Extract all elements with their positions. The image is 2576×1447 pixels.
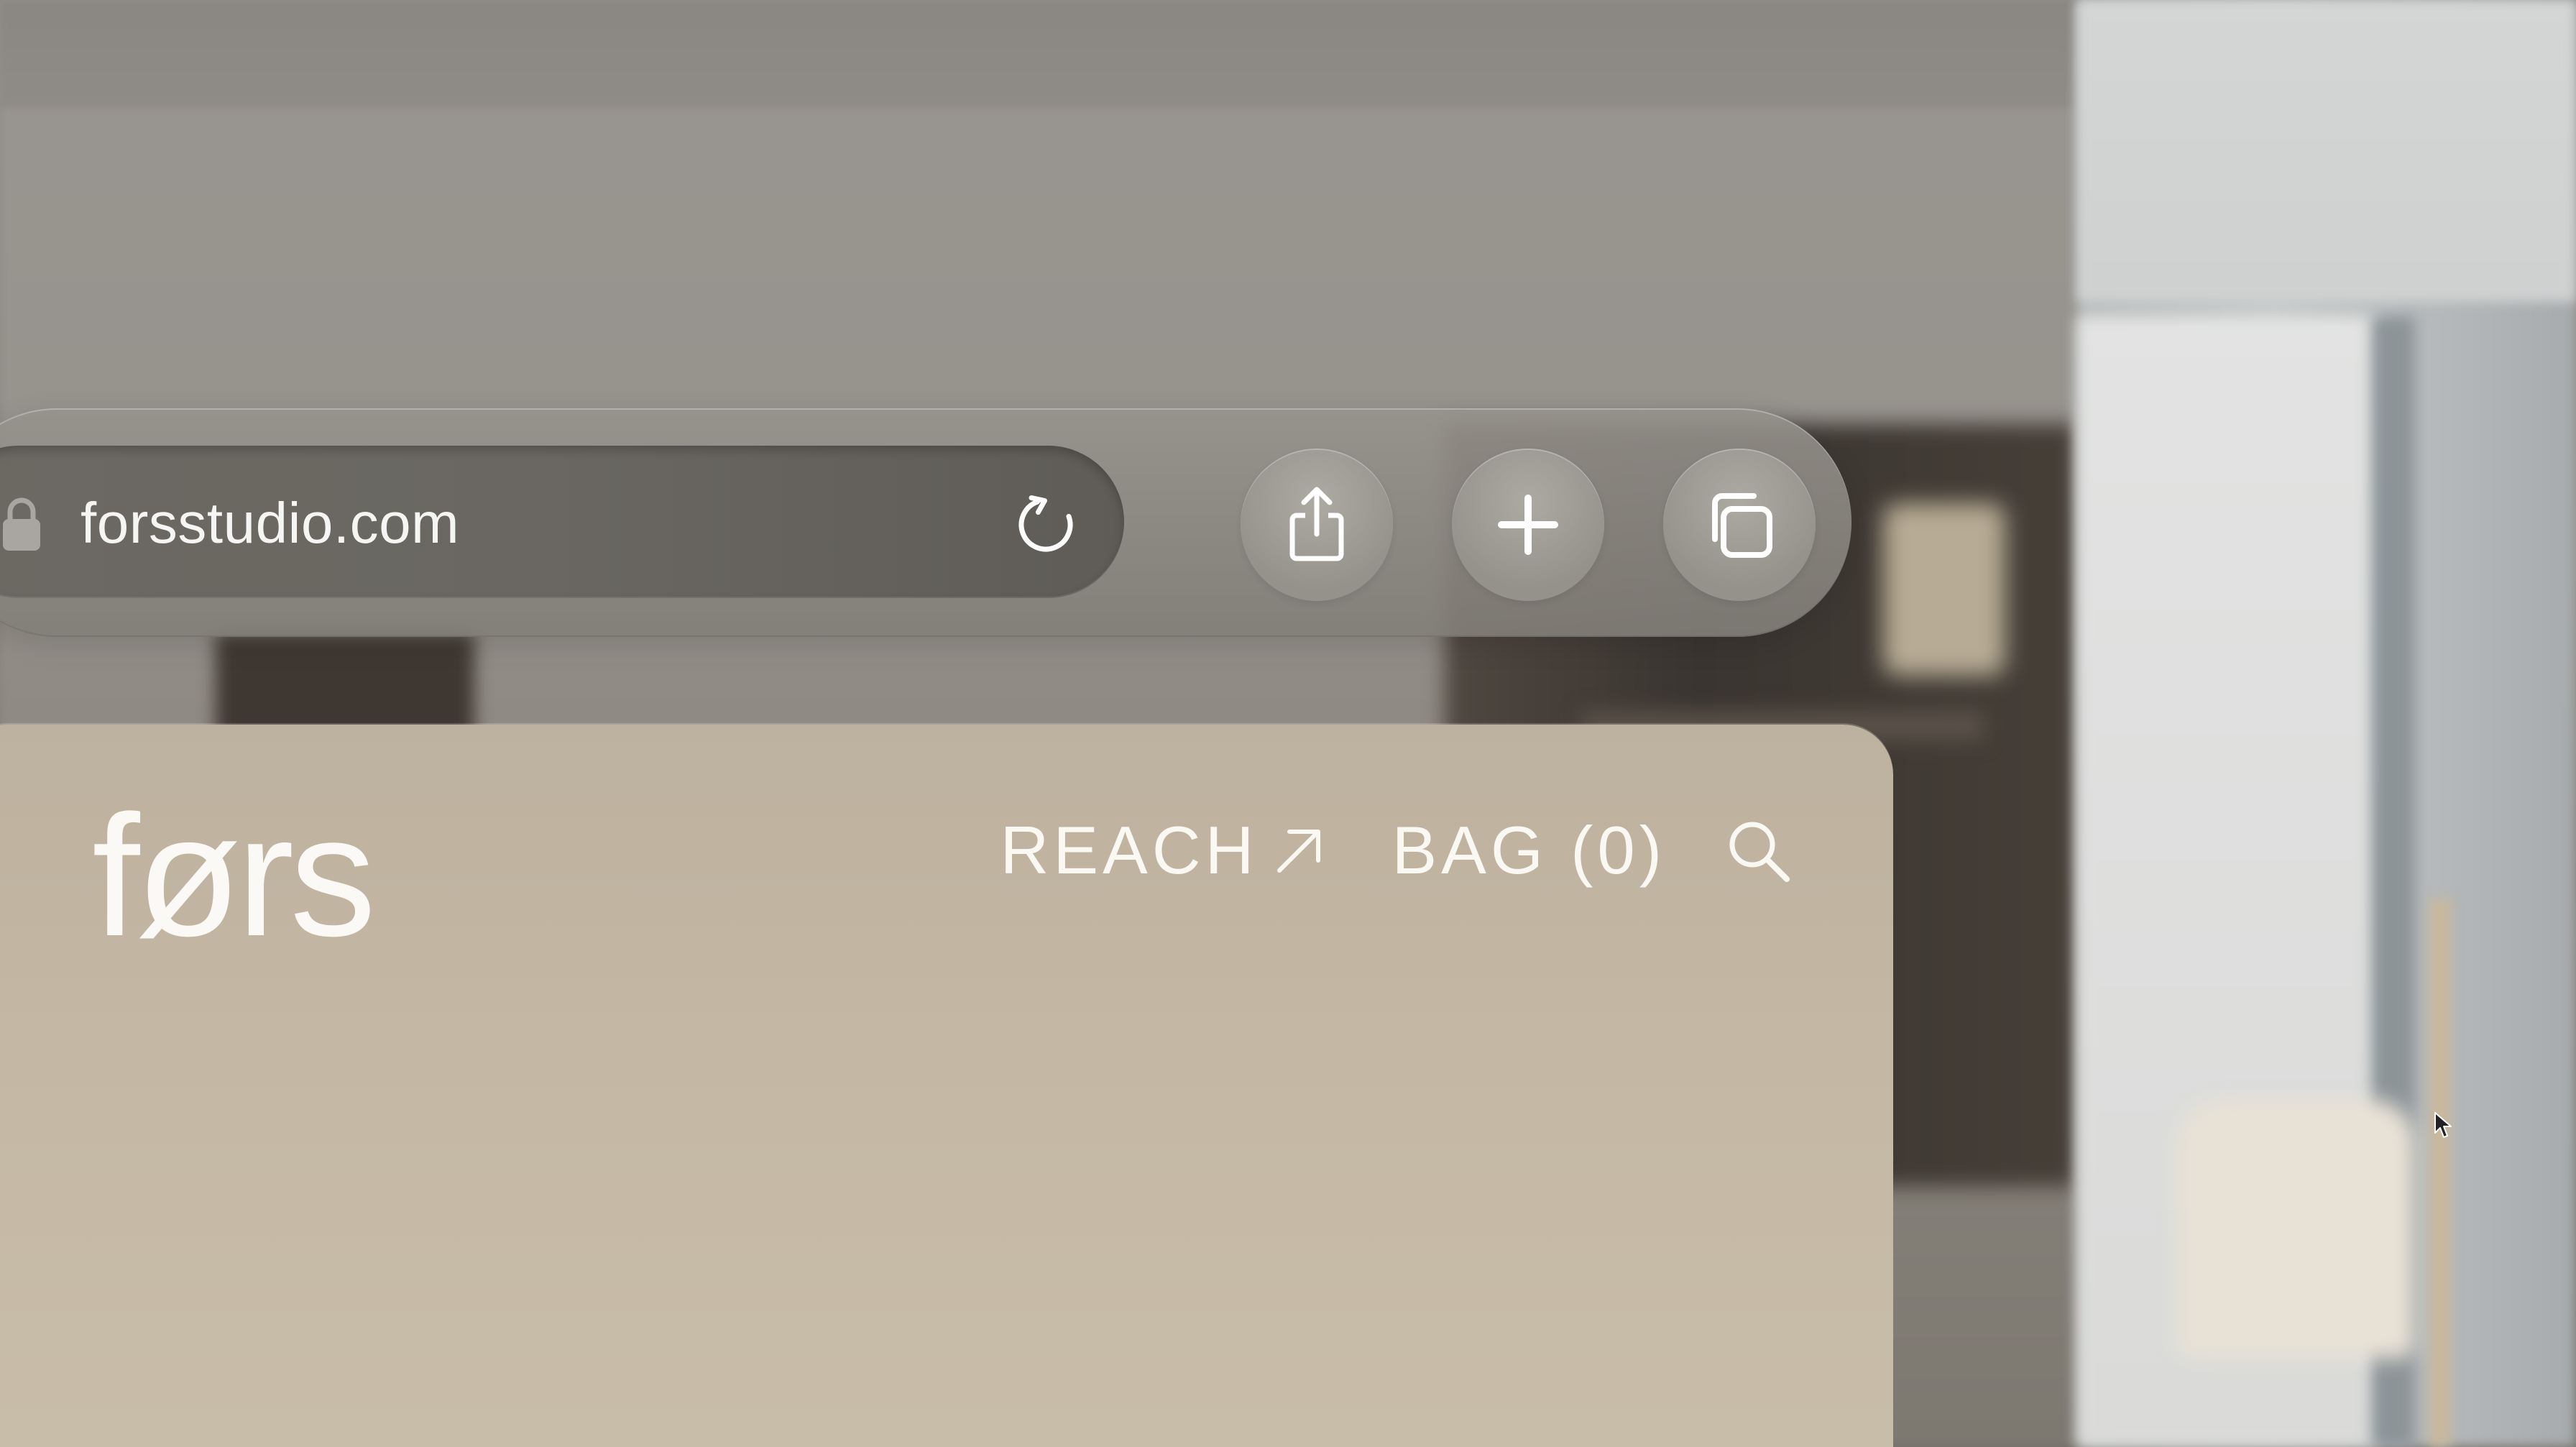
share-button[interactable] [1241,449,1393,601]
background-room-ceiling [2077,0,2576,302]
background-lamp [2178,1100,2415,1359]
lock-icon [3,497,40,551]
nav-reach-link[interactable]: REACH [1000,811,1327,890]
background-lamp-stand [2429,899,2451,1447]
arrow-up-right-icon [1272,823,1327,878]
share-icon [1289,487,1344,561]
nav-reach-label: REACH [1000,812,1259,888]
site-nav: REACH BAG (0) [1000,811,1793,890]
reload-icon [1018,495,1073,552]
web-page: førs REACH BAG (0) [0,725,1893,1447]
tabs-overview-button[interactable] [1663,449,1816,601]
site-logo[interactable]: førs [92,782,376,969]
nav-bag-link[interactable]: BAG (0) [1392,811,1666,890]
search-icon [1729,822,1790,882]
pointer-cursor-icon [2434,1112,2452,1138]
plus-icon [1498,495,1558,555]
url-text[interactable]: forsstudio.com [80,487,459,559]
background-shelf-object [1883,503,2005,676]
search-button[interactable] [1724,816,1793,885]
spatial-scene: forsstudio.com førs REACH BAG (0) [0,0,2576,1447]
nav-bag-label: BAG (0) [1392,812,1666,888]
reload-button[interactable] [999,482,1092,568]
tabs-icon [1712,493,1772,558]
background-ceiling [0,0,2077,108]
new-tab-button[interactable] [1452,449,1604,601]
